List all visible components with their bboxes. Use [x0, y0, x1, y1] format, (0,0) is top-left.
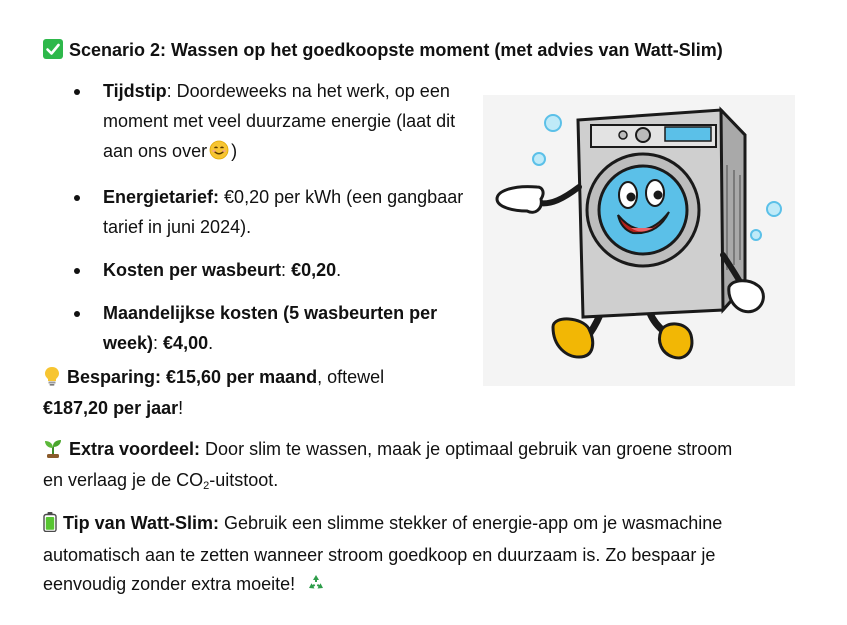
- scenario-heading: Scenario 2: Wassen op het goedkoopste mo…: [43, 36, 723, 67]
- washing-machine-illustration: [483, 95, 795, 386]
- extra-voordeel-paragraph: Extra voordeel: Door slim te wassen, maa…: [43, 438, 733, 492]
- besparing-paragraph: Besparing: €15,60 per maand, oftewel €187…: [43, 366, 385, 418]
- lightbulb-icon: [43, 366, 61, 394]
- heading-text: Scenario 2: Wassen op het goedkoopste mo…: [69, 40, 723, 60]
- list-item: Kosten per wasbeurt: €0,20.: [70, 255, 470, 285]
- list-item: Energietarief: €0,20 per kWh (een gangba…: [70, 182, 470, 242]
- list-item: Tijdstip: Doordeweeks na het werk, op ee…: [70, 76, 470, 169]
- recycle-icon: [306, 573, 326, 602]
- battery-icon: [43, 512, 57, 541]
- smile-icon: [209, 139, 229, 169]
- list-item: Maandelijkse kosten (5 wasbeurten per we…: [70, 298, 470, 358]
- tip-paragraph: Tip van Watt-Slim: Gebruik een slimme st…: [43, 509, 833, 602]
- details-list: Tijdstip: Doordeweeks na het werk, op ee…: [70, 76, 470, 371]
- check-mark-icon: [43, 39, 63, 67]
- seedling-icon: [43, 438, 63, 466]
